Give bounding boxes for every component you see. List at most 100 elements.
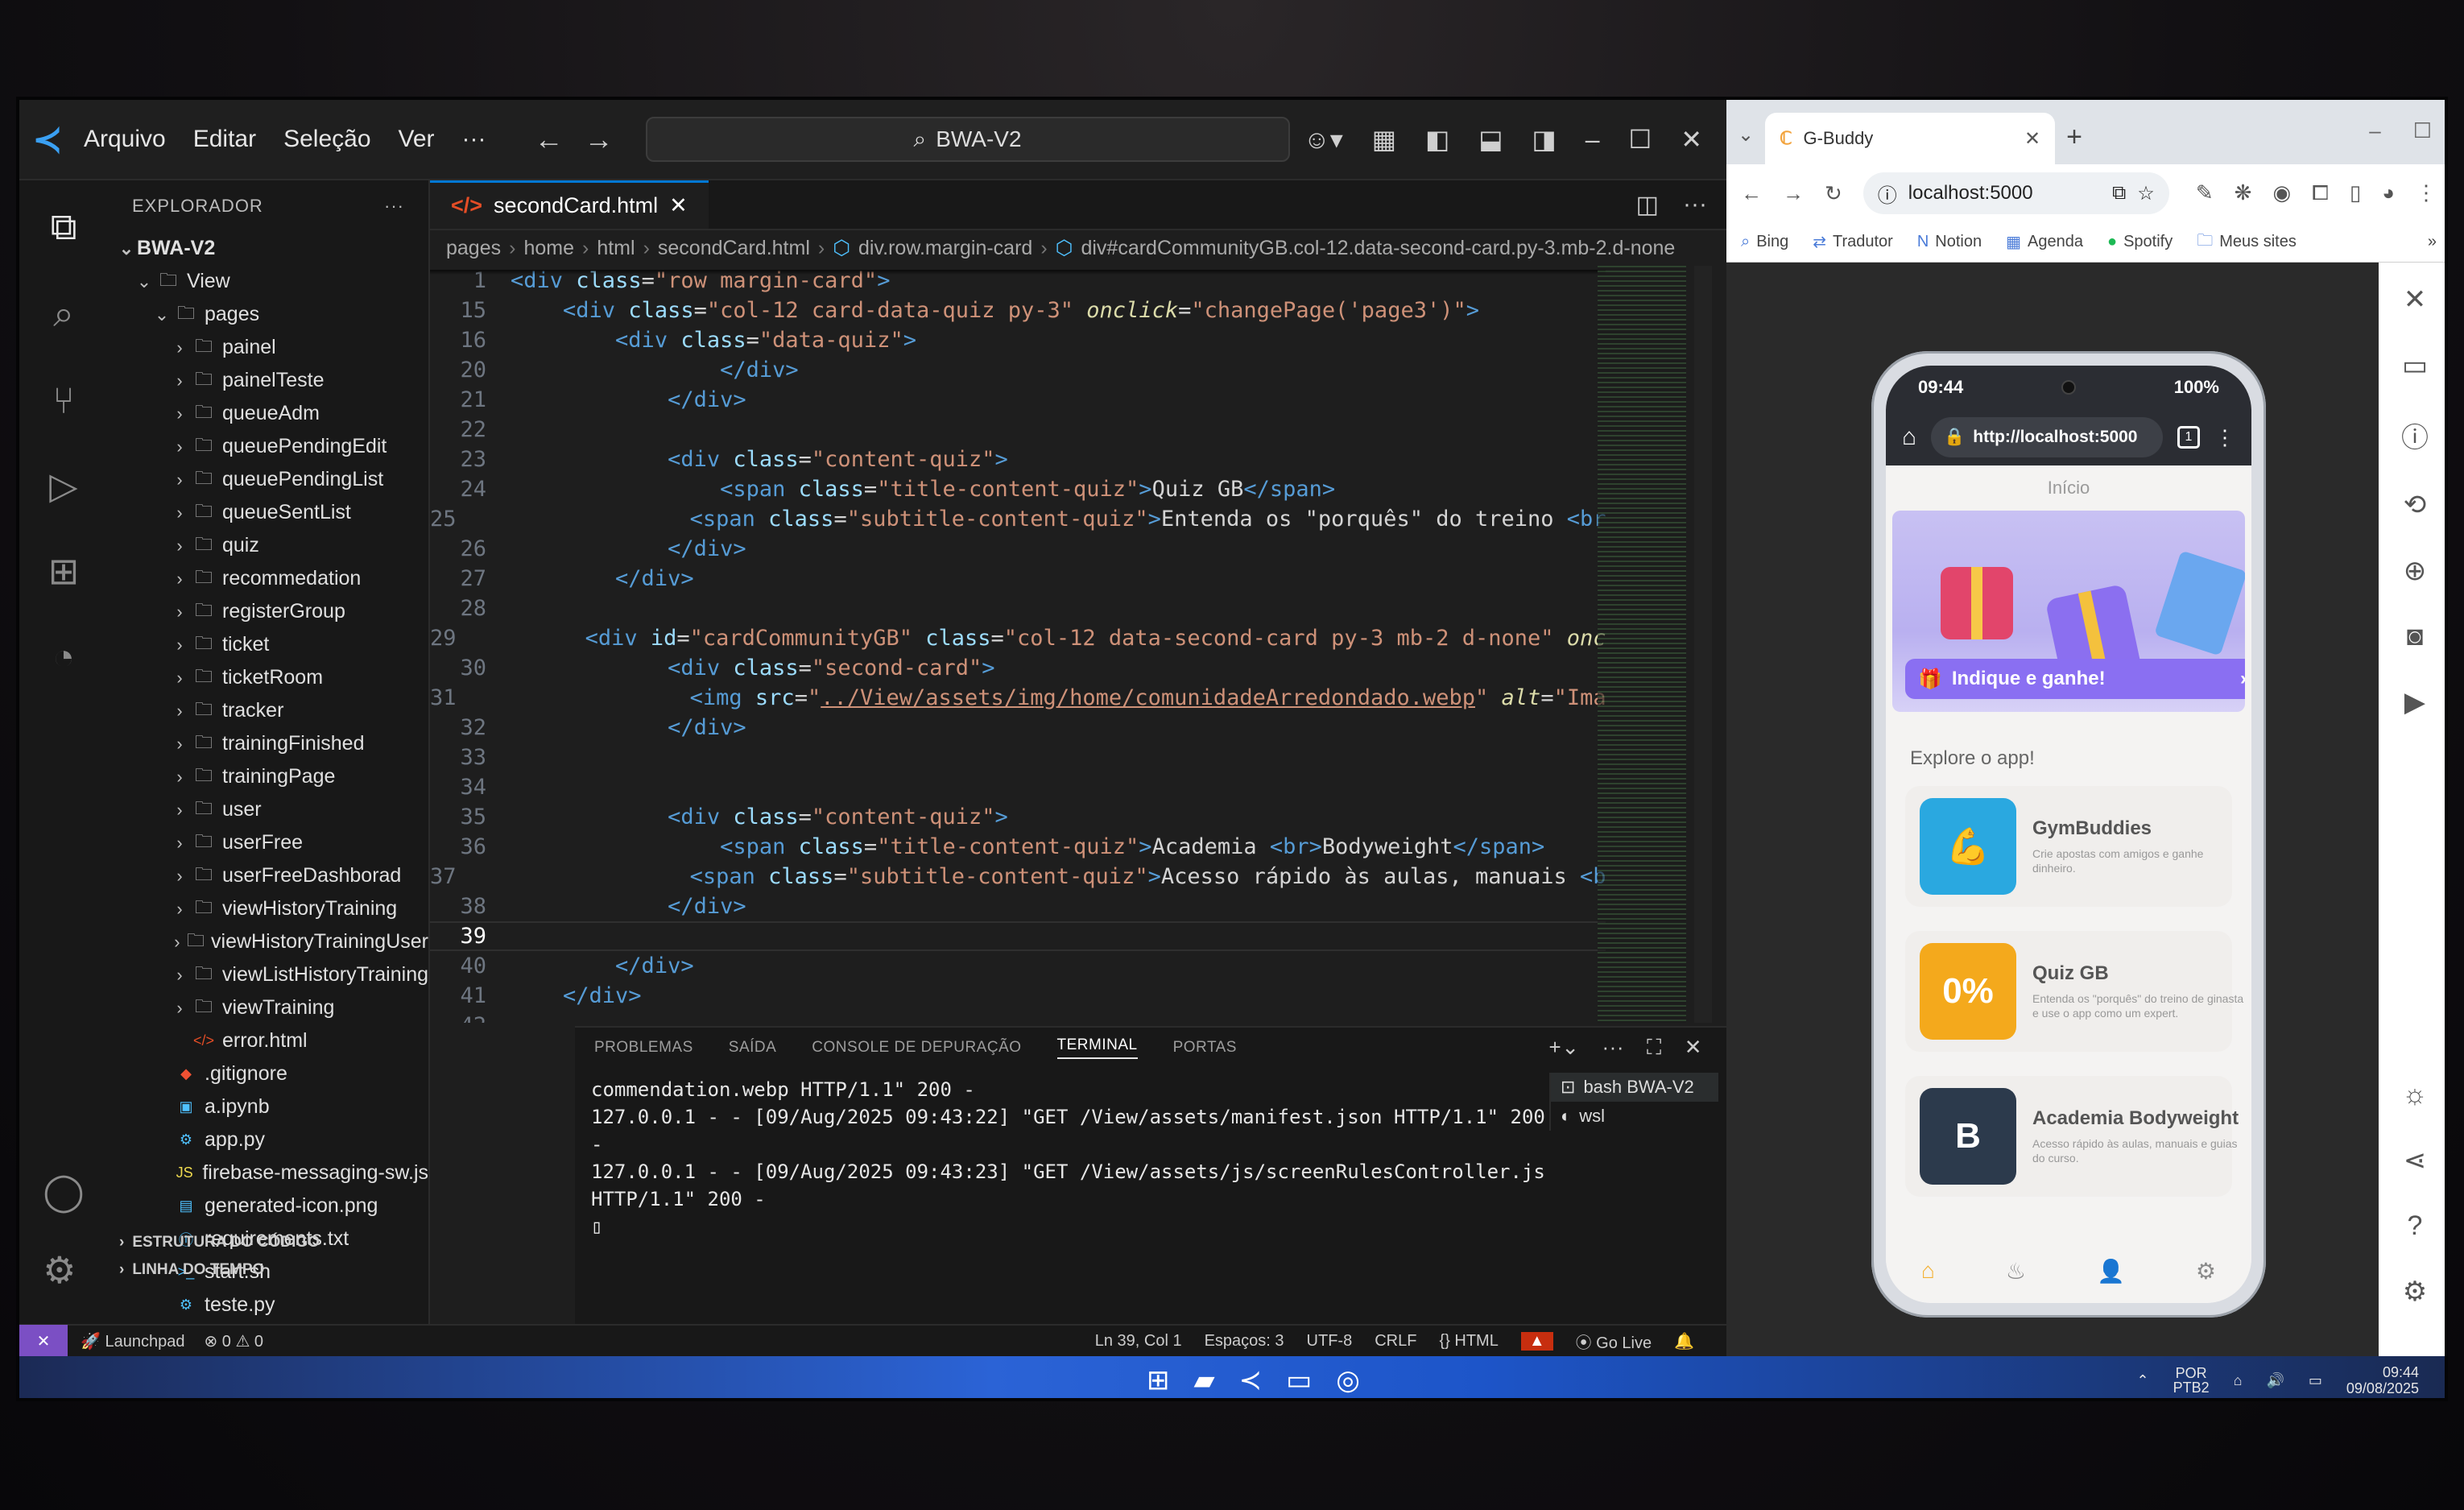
notifications-bell-icon[interactable]: 🔔 [1674,1331,1694,1351]
explorer-icon[interactable]: ⧉ [51,205,77,250]
workspace-root[interactable]: ⌄ BWA-V2 [108,232,428,265]
file-item[interactable]: ▤ generated-icon.png [108,1189,428,1222]
bookmark-item[interactable]: ⌕ Bing [1741,233,1788,251]
site-info-icon[interactable]: ⓘ [1878,180,1897,208]
minimize-button[interactable]: – [1585,125,1600,155]
minimize-button[interactable]: – [2369,118,2380,143]
folder-item[interactable]: › 🗀 painel [108,331,428,364]
encoding-status[interactable]: UTF-8 [1307,1332,1353,1351]
close-window-button[interactable]: ✕ [1681,124,1702,155]
panel-tab[interactable]: PORTAS [1173,1039,1237,1057]
code-line[interactable]: 31 <img src="../View/assets/img/home/com… [430,683,1606,713]
chrome-taskbar-icon[interactable]: ◎ [1336,1364,1360,1396]
terminal-taskbar-icon[interactable]: ▭ [1286,1364,1312,1396]
minimap[interactable] [1598,266,1686,1023]
code-line[interactable]: 28 [430,594,1606,623]
file-item[interactable]: JS firebase-messaging-sw.js [108,1156,428,1189]
more-icon[interactable]: ··· [1602,1035,1624,1061]
breadcrumb-item[interactable]: pages [446,237,501,260]
new-tab-button[interactable]: + [2066,122,2082,164]
menu-item[interactable]: Ver [399,126,435,153]
panel-tab[interactable]: SAÍDA [729,1039,777,1057]
extensions-icon[interactable]: ⊞ [48,549,80,593]
info-icon[interactable]: ⓘ [2401,416,2429,455]
vscode-taskbar-icon[interactable]: ≺ [1239,1364,1263,1396]
bookmark-item[interactable]: ▦ Agenda [2006,232,2083,252]
folder-item[interactable]: › 🗀 userFreeDashborad [108,859,428,892]
folder-item[interactable]: › 🗀 viewTraining [108,991,428,1024]
forward-arrow-icon[interactable]: → [1783,181,1804,206]
code-line[interactable]: 33 [430,743,1606,772]
code-line[interactable]: 22 [430,415,1606,445]
new-terminal-icon[interactable]: +⌄ [1549,1035,1580,1061]
device-icon[interactable]: ▭ [2402,350,2428,382]
terminal-item-bash[interactable]: ⊡ bash BWA-V2 [1551,1073,1718,1102]
phone-address-bar[interactable]: 🔒 http://localhost:5000 [1931,417,2163,457]
file-explorer-icon[interactable]: ▰ [1194,1364,1215,1396]
file-item[interactable]: ⚙ teste.py [108,1289,428,1322]
code-line[interactable]: 37 <span class="subtitle-content-quiz">A… [430,862,1606,892]
tab-search-icon[interactable]: ⌄ [1738,123,1754,164]
copilot-icon[interactable]: ☺▾ [1304,124,1343,155]
folder-item[interactable]: › 🗀 viewHistoryTraining [108,892,428,925]
referral-banner[interactable]: 🎁 Indique e ganhe! › [1892,511,2245,712]
terminal-item-wsl[interactable]: ◐ wsl [1551,1102,1718,1131]
sticky-code-line[interactable]: 15 <div class="col-12 card-data-quiz py-… [430,296,1606,325]
file-item[interactable]: ⚙ app.py [108,1123,428,1156]
folder-item[interactable]: › 🗀 quiz [108,529,428,562]
outline-section[interactable]: › ESTRUTURA DO CÓDIGO [108,1229,430,1256]
nav-home-icon[interactable]: ⌂ [1921,1258,1935,1284]
panel-tab[interactable]: CONSOLE DE DEPURAÇÃO [812,1039,1021,1057]
folder-item[interactable]: › 🗀 trainingFinished [108,727,428,760]
code-line[interactable]: 36 <span class="title-content-quiz">Acad… [430,832,1606,862]
forward-arrow-icon[interactable]: → [585,122,614,156]
menu-item[interactable]: ··· [462,126,486,153]
menu-item[interactable]: Editar [193,126,256,153]
folder-item[interactable]: › 🗀 recommedation [108,562,428,595]
profile-avatar[interactable]: ◕ [2382,180,2395,206]
tab-switcher-icon[interactable]: 1 [2177,426,2200,449]
bookmark-item[interactable]: N Notion [1917,233,1982,251]
menu-item[interactable]: Seleção [283,126,370,153]
close-tab-icon[interactable]: ✕ [669,193,688,218]
panel-tab[interactable]: PROBLEMAS [594,1039,693,1057]
bookmark-item[interactable]: ● Spotify [2107,233,2173,251]
reload-icon[interactable]: ↻ [1825,181,1842,206]
warning-icon[interactable]: ▲ [1520,1331,1553,1351]
problems-status[interactable]: ⊗ 0 ⚠ 0 [204,1331,263,1351]
code-line[interactable]: 21 </div> [430,385,1606,415]
sticky-code-line[interactable]: 16 <div class="data-quiz"> [430,325,1606,355]
system-clock[interactable]: 09:44 09/08/2025 [2346,1364,2419,1396]
brightness-icon[interactable]: ☼ [2402,1079,2427,1111]
back-arrow-icon[interactable]: ← [1741,181,1762,206]
close-icon[interactable]: ✕ [2404,283,2427,316]
close-tab-icon[interactable]: ✕ [2024,127,2040,151]
folder-item[interactable]: › 🗀 viewHistoryTrainingUser [108,925,428,958]
app-card[interactable]: 💪 GymBuddies Crie apostas com amigos e gan… [1905,786,2232,907]
more-actions-icon[interactable]: ··· [1683,191,1707,218]
code-line[interactable]: 35 <div class="content-quiz"> [430,802,1606,832]
back-arrow-icon[interactable]: ← [535,122,564,156]
maximize-button[interactable]: ☐ [2413,118,2432,143]
bookmark-item[interactable]: 🗀 Meus sites [2197,229,2297,256]
maximize-button[interactable]: ☐ [1629,124,1652,155]
code-line[interactable]: 23 <div class="content-quiz"> [430,445,1606,474]
timeline-icon[interactable]: ◔ [52,635,75,678]
code-line[interactable]: 39 [430,921,1606,951]
breadcrumb-item[interactable]: div.row.margin-card [858,237,1032,260]
toggle-sidebar-icon[interactable]: ◧ [1425,124,1449,155]
code-line[interactable]: 24 <span class="title-content-quiz">Quiz… [430,474,1606,504]
code-line[interactable]: 20 </div> [430,355,1606,385]
code-line[interactable]: 30 <div class="second-card"> [430,653,1606,683]
folder-item[interactable]: › 🗀 tracker [108,694,428,727]
breadcrumb-item[interactable]: div#cardCommunityGB.col-12.data-second-c… [1081,237,1675,260]
zoom-icon[interactable]: ⊕ [2404,555,2427,587]
code-line[interactable]: 25 <span class="subtitle-content-quiz">E… [430,504,1606,534]
file-item[interactable]: ◆ .gitignore [108,1057,428,1090]
toggle-secondary-sidebar-icon[interactable]: ◨ [1532,124,1556,155]
home-icon[interactable]: ⌂ [1902,424,1916,451]
extension-icon[interactable]: ❋ [2235,180,2252,206]
manage-gear-icon[interactable]: ⚙ [43,1248,84,1292]
folder-item[interactable]: › 🗀 queueAdm [108,397,428,430]
folder-item[interactable]: › 🗀 queueSentList [108,496,428,529]
